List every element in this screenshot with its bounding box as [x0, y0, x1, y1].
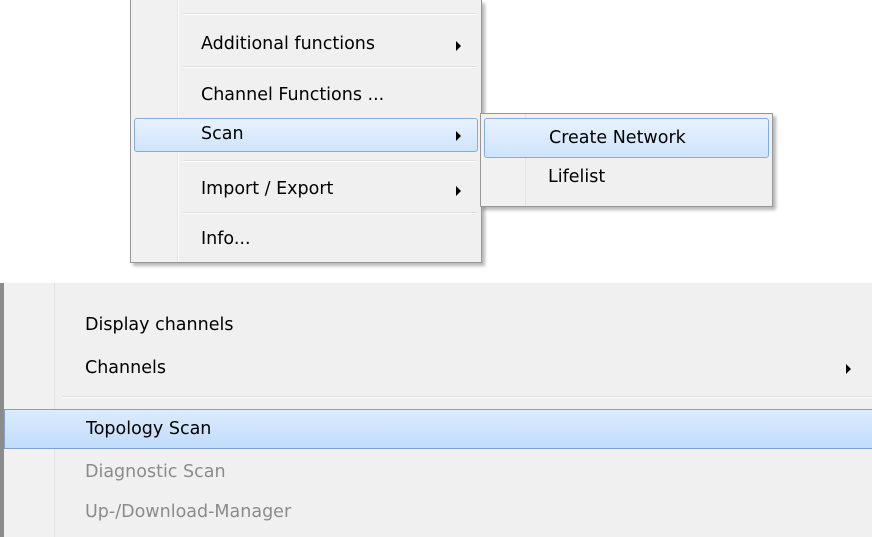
- menu-item-label: Up-/Download-Manager: [85, 502, 292, 522]
- menu-item-label: Topology Scan: [86, 419, 212, 439]
- menu-item-label: Diagnostic Scan: [85, 462, 226, 482]
- menu-item-label: Import / Export: [201, 179, 334, 199]
- menu-separator: [62, 396, 872, 398]
- menu-item-create-network[interactable]: Create Network: [484, 118, 769, 158]
- menu-item-up-download-manager: Up-/Download-Manager: [4, 493, 872, 533]
- menu-item-label: Scan: [201, 124, 244, 144]
- menu-item-topology-scan[interactable]: Topology Scan: [4, 409, 872, 449]
- submenu-arrow-icon: [846, 364, 851, 374]
- menu-item-channel-functions[interactable]: Channel Functions ...: [134, 79, 478, 113]
- menu-item-label: Display channels: [85, 315, 234, 335]
- menu-item-label: Lifelist: [548, 167, 606, 187]
- scan-submenu: Create Network Lifelist: [480, 113, 773, 207]
- menu-separator: [183, 160, 477, 162]
- menu-item-label: Additional functions: [201, 34, 376, 54]
- menu-item-display-channels[interactable]: Display channels: [4, 306, 872, 346]
- menu-item-label: Channels: [85, 358, 166, 378]
- submenu-arrow-icon: [456, 131, 461, 141]
- menu-item-scan[interactable]: Scan: [134, 118, 478, 152]
- menu-separator: [183, 66, 477, 68]
- menu-item-info[interactable]: Info...: [134, 223, 478, 257]
- menu-item-diagnostic-scan: Diagnostic Scan: [4, 453, 872, 493]
- context-menu: Additional functions Channel Functions .…: [130, 0, 482, 263]
- menu-item-channels[interactable]: Channels: [4, 349, 872, 389]
- menu-item-lifelist[interactable]: Lifelist: [484, 161, 769, 201]
- menu-separator: [183, 13, 477, 15]
- menu-item-label: Info...: [201, 229, 251, 249]
- submenu-arrow-icon: [456, 186, 461, 196]
- submenu-arrow-icon: [456, 41, 461, 51]
- channel-menu: Display channels Channels Topology Scan …: [0, 283, 872, 537]
- menu-item-label: Channel Functions ...: [201, 85, 385, 105]
- menu-item-additional-functions[interactable]: Additional functions: [134, 28, 478, 62]
- menu-item-import-export[interactable]: Import / Export: [134, 173, 478, 207]
- menu-separator: [183, 212, 477, 214]
- menu-item-label: Create Network: [549, 128, 686, 148]
- screenshot-stage: Additional functions Channel Functions .…: [0, 0, 872, 537]
